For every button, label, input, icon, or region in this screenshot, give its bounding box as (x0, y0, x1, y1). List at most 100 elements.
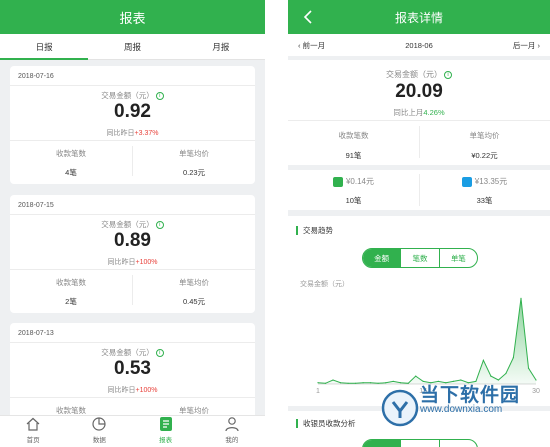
home-icon (26, 417, 40, 431)
compare-text: 同比上月4.26% (393, 108, 445, 117)
amount-value: 20.09 (395, 81, 443, 102)
page-title: 报表 (119, 10, 146, 26)
tab-weekly[interactable]: 周报 (88, 34, 176, 59)
wechat-channel: ¥0.14元 10笔 (288, 176, 419, 206)
count-label: 收款笔数 (56, 278, 86, 287)
count-stat: 收款笔数 4笔 (10, 148, 132, 178)
chart-line (317, 298, 537, 384)
back-arrow-icon[interactable] (302, 10, 314, 24)
watermark-text: 当下软件园 (420, 385, 521, 406)
section-title: 收银员收款分析 (296, 419, 356, 428)
tab-daily[interactable]: 日报 (0, 34, 89, 60)
avg-stat: 单笔均价 ¥0.22元 (419, 130, 550, 161)
current-month: 2018-06 (405, 40, 433, 50)
compare-text: 同比昨日+100% (107, 259, 158, 266)
section-title: 交易趋势 (296, 226, 333, 235)
wechat-icon (332, 176, 343, 187)
divider (288, 120, 550, 121)
count-label: 收款笔数 (56, 149, 86, 158)
chart-point (505, 372, 507, 375)
divider (10, 269, 255, 270)
avg-value: 0.23元 (182, 168, 206, 177)
wechat-amount: ¥0.14元 (345, 177, 375, 186)
nav-home-label: 首页 (26, 437, 40, 444)
nav-data-label: 数据 (92, 437, 106, 444)
divider (10, 140, 255, 141)
card-date: 2018-07-15 (18, 202, 54, 209)
count-value: 91笔 (345, 151, 362, 160)
avg-value: ¥0.22元 (471, 151, 498, 160)
next-month-button[interactable]: 后一月 › (513, 40, 540, 51)
divider (10, 342, 255, 343)
nav-mine[interactable]: 我的 (199, 416, 265, 447)
prev-month-button[interactable]: ‹ 前一月 (298, 40, 325, 51)
nav-home[interactable]: 首页 (0, 416, 66, 447)
chart-point (512, 357, 514, 359)
compare-value: +3.37% (134, 130, 159, 137)
compare-value: +100% (135, 387, 158, 394)
avg-label: 单笔均价 (179, 278, 209, 287)
header-bar: 报表 (0, 0, 265, 34)
compare-text: 同比昨日+100% (107, 387, 158, 394)
avg-stat: 单笔均价 0.23元 (133, 148, 255, 178)
segment-average[interactable]: 单笔 (438, 249, 477, 267)
info-icon[interactable]: i (444, 70, 452, 79)
header-bar: 报表详情 (288, 0, 550, 34)
chart-point (377, 382, 379, 384)
amount-label: 交易金额（元） i (10, 219, 255, 230)
chart-area (318, 298, 536, 384)
page-title: 报表详情 (394, 10, 443, 25)
count-value: 2笔 (65, 297, 77, 306)
tab-daily-label: 日报 (35, 41, 53, 52)
divider (10, 85, 255, 86)
info-icon[interactable]: i (155, 221, 164, 230)
info-icon[interactable]: i (155, 92, 164, 101)
chart-point (370, 382, 372, 384)
count-label: 收款笔数 (338, 131, 369, 140)
alipay-channel: ¥13.35元 33笔 (419, 176, 550, 206)
compare-value: 4.26% (423, 108, 445, 117)
chart-point (482, 359, 484, 361)
segment-count[interactable]: 笔数 (400, 249, 438, 267)
chart-point (340, 382, 342, 384)
amount-value: 0.89 (114, 230, 151, 251)
tab-monthly[interactable]: 月报 (177, 34, 265, 59)
amount-label: 交易金额（元） i (10, 90, 255, 101)
nav-report-label: 报表 (159, 437, 173, 444)
count-stat: 收款笔数 91笔 (288, 130, 419, 161)
report-card[interactable]: 2018-07-16 交易金额（元） i 0.92 同比昨日+3.37% 收款笔数… (10, 66, 255, 184)
user-icon (225, 417, 239, 432)
alipay-count: 33笔 (476, 196, 493, 205)
report-icon (159, 417, 172, 431)
report-card[interactable]: 2018-07-15 交易金额（元） i 0.89 同比昨日+100% 收款笔数 … (10, 195, 255, 313)
nav-report[interactable]: 报表 (133, 416, 199, 447)
report-list-screen: 报表 日报 周报 月报 2018-07-16 交易金额（元） i 0.92 同比昨… (0, 0, 265, 447)
chart-point (490, 375, 492, 377)
pie-chart-icon (92, 417, 106, 431)
bottom-nav: 首页 数据 报表 我的 (0, 415, 265, 447)
segment-amount[interactable]: 金额 (363, 249, 401, 267)
chart-x-tick: 1 (316, 388, 320, 395)
compare-value: +100% (135, 259, 158, 266)
amount-value: 0.53 (114, 358, 151, 379)
screenshot-root: 报表 日报 周报 月报 2018-07-16 交易金额（元） i 0.92 同比昨… (0, 0, 550, 447)
info-icon[interactable]: i (155, 349, 164, 358)
payment-channels: ¥0.14元 10笔 ¥13.35元 33笔 (288, 170, 550, 210)
summary-card: 交易金额（元） i 20.09 同比上月4.26% 收款笔数 91笔 单笔均价 ¥… (288, 60, 550, 165)
count-value: 4笔 (65, 168, 77, 177)
month-switcher: ‹ 前一月 2018-06 后一月 › (288, 34, 550, 56)
avg-label: 单笔均价 (179, 149, 209, 158)
watermark-url: www.downxia.com (420, 404, 503, 415)
chart-point (355, 382, 357, 384)
divider (10, 397, 255, 398)
chart-point (415, 375, 417, 377)
amount-value: 0.92 (114, 101, 151, 122)
chart-point (520, 297, 522, 299)
nav-data[interactable]: 数据 (66, 416, 132, 447)
chart-point (362, 382, 364, 384)
count-stat: 收款笔数 2笔 (10, 277, 132, 307)
report-tabs: 日报 周报 月报 (0, 34, 265, 60)
tab-weekly-label: 周报 (123, 41, 141, 52)
chart-point (347, 382, 349, 384)
amount-label: 交易金额（元） i (288, 69, 550, 80)
